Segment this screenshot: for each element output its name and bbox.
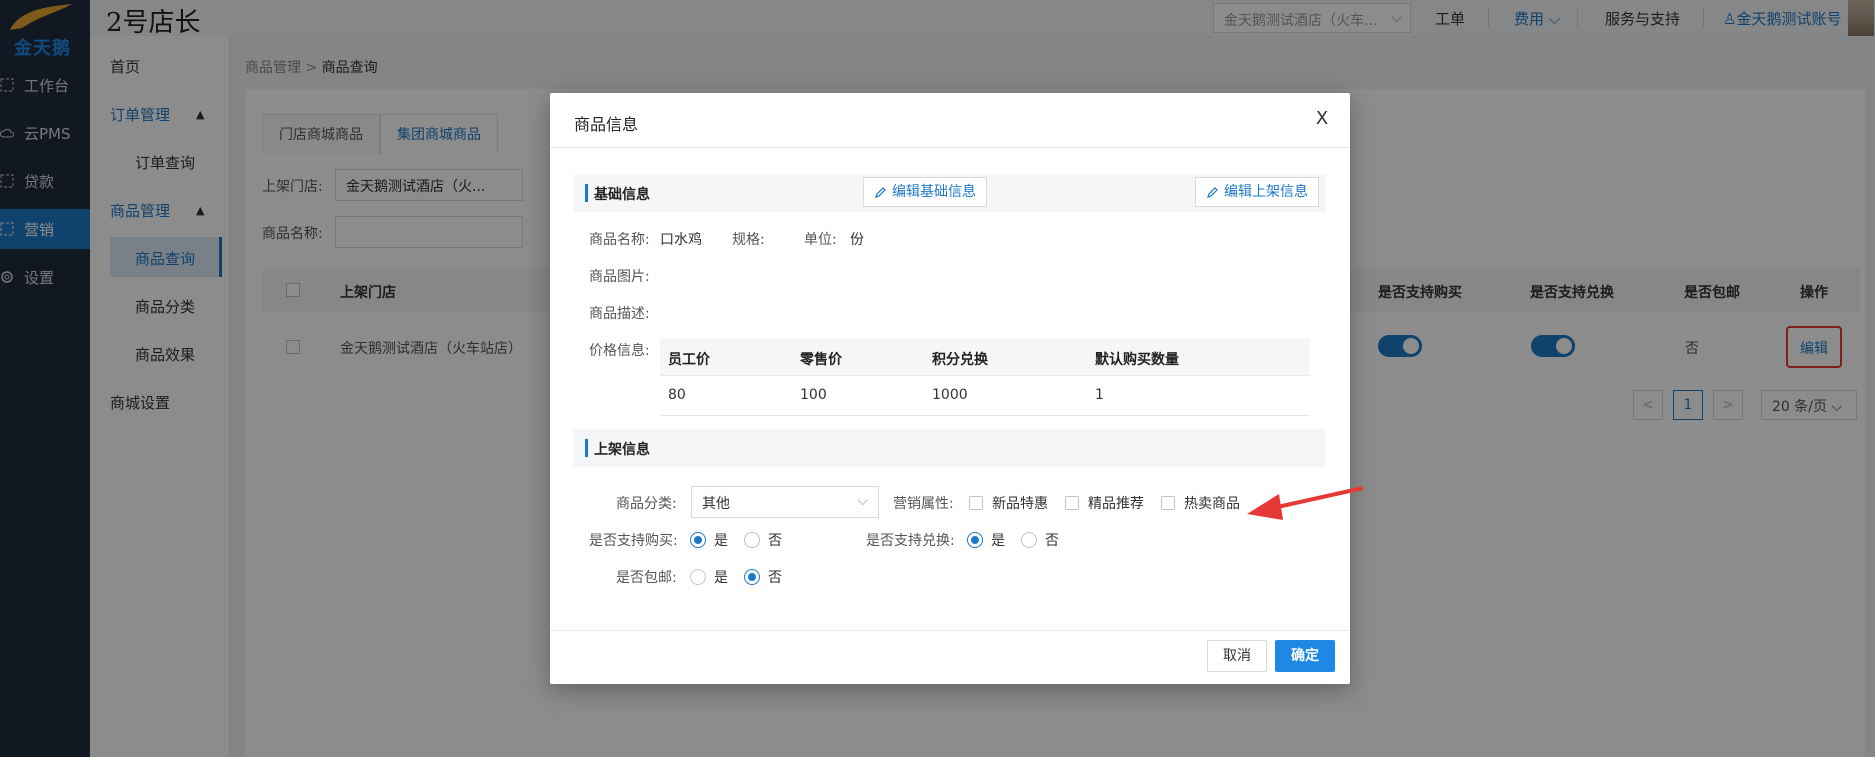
exchange-yes-radio[interactable] [967, 532, 983, 548]
category-label: 商品分类: [616, 496, 677, 512]
goods-name-value: 口水鸡 [660, 232, 702, 248]
hot-sale-label: 热卖商品 [1184, 496, 1240, 512]
cancel-button[interactable]: 取消 [1207, 640, 1267, 672]
section-title: 上架信息 [594, 442, 650, 458]
unit-value: 份 [850, 232, 864, 248]
red-arrow-icon [1247, 486, 1364, 520]
price-col-points: 积分兑换 [932, 352, 988, 368]
new-deal-checkbox[interactable] [969, 496, 983, 510]
exchange-yes-label: 是 [991, 533, 1005, 549]
pencil-icon [1207, 186, 1218, 198]
goods-image-label: 商品图片: [589, 269, 650, 285]
listing-info-section: 上架信息 [574, 429, 1326, 467]
category-value: 其他 [702, 496, 730, 512]
shipping-no-radio[interactable] [744, 569, 760, 585]
edit-basic-label: 编辑基础信息 [892, 184, 976, 200]
buy-yes-radio[interactable] [690, 532, 706, 548]
price-col-default-qty: 默认购买数量 [1095, 352, 1179, 368]
edit-listing-label: 编辑上架信息 [1224, 184, 1308, 200]
section-accent [585, 439, 588, 457]
price-col-retail: 零售价 [800, 352, 842, 368]
price-table-header: 员工价 零售价 积分兑换 默认购买数量 [660, 338, 1310, 376]
goods-desc-label: 商品描述: [589, 306, 650, 322]
price-points-value: 1000 [932, 387, 968, 403]
spec-label: 规格: [732, 232, 765, 248]
table-row: 80 100 1000 1 [660, 376, 1310, 416]
category-select[interactable]: 其他 ⌵ [691, 486, 879, 518]
goods-name-label: 商品名称: [589, 232, 650, 248]
hot-sale-checkbox[interactable] [1161, 496, 1175, 510]
goods-info-modal: 商品信息 X 基础信息 编辑基础信息 编辑上架信息 商品名称: 口水鸡 规格: … [550, 93, 1350, 684]
section-accent [585, 184, 588, 202]
featured-checkbox[interactable] [1065, 496, 1079, 510]
exchange-support-label: 是否支持兑换: [866, 533, 955, 549]
section-title: 基础信息 [594, 187, 650, 203]
shipping-yes-radio[interactable] [690, 569, 706, 585]
featured-label: 精品推荐 [1088, 496, 1144, 512]
modal-header-divider [550, 147, 1350, 148]
modal-footer-divider [550, 630, 1350, 631]
new-deal-label: 新品特惠 [992, 496, 1048, 512]
marketing-label: 营销属性: [893, 496, 954, 512]
shipping-no-label: 否 [768, 570, 782, 586]
chevron-down-icon: ⌵ [857, 493, 868, 509]
shipping-yes-label: 是 [714, 570, 728, 586]
buy-yes-label: 是 [714, 533, 728, 549]
exchange-no-radio[interactable] [1021, 532, 1037, 548]
confirm-button[interactable]: 确定 [1275, 640, 1335, 672]
edit-basic-button[interactable]: 编辑基础信息 [863, 177, 987, 207]
unit-label: 单位: [804, 232, 837, 248]
price-col-staff: 员工价 [668, 352, 710, 368]
modal-title: 商品信息 [574, 115, 639, 134]
pencil-icon [875, 186, 886, 198]
buy-support-label: 是否支持购买: [589, 533, 678, 549]
buy-no-radio[interactable] [744, 532, 760, 548]
price-staff-value: 80 [668, 387, 686, 403]
price-retail-value: 100 [800, 387, 827, 403]
buy-no-label: 否 [768, 533, 782, 549]
price-info-label: 价格信息: [589, 343, 650, 359]
exchange-no-label: 否 [1045, 533, 1059, 549]
close-icon[interactable]: X [1310, 107, 1334, 131]
shipping-label: 是否包邮: [616, 570, 677, 586]
price-qty-value: 1 [1095, 387, 1104, 403]
edit-listing-button[interactable]: 编辑上架信息 [1195, 177, 1319, 207]
